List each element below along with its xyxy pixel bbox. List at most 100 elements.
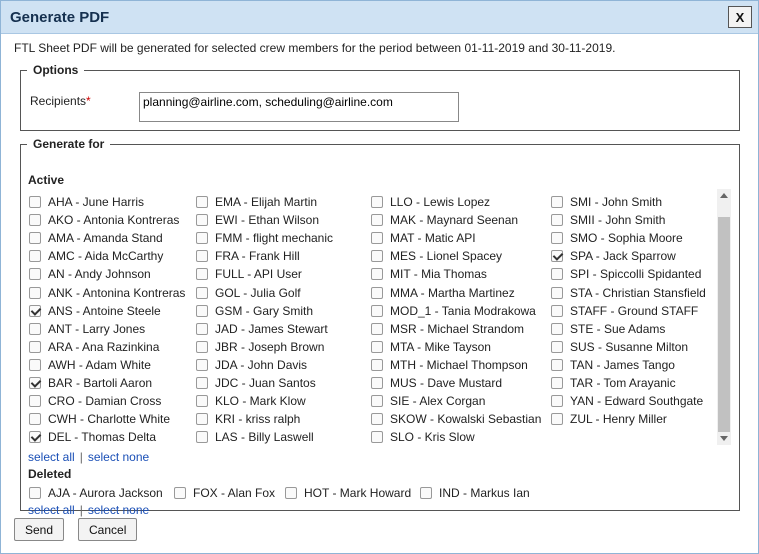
crew-checkbox[interactable] — [551, 376, 563, 389]
crew-checkbox[interactable] — [371, 232, 383, 245]
crew-checkbox-item[interactable]: STE - Sue Adams — [551, 320, 706, 338]
deleted-crew-checkbox-item[interactable]: FOX - Alan Fox — [174, 484, 275, 502]
crew-checkbox[interactable] — [551, 286, 563, 299]
crew-checkbox[interactable] — [371, 413, 383, 426]
crew-checkbox-item[interactable]: KLO - Mark Klow — [196, 392, 333, 410]
crew-checkbox-item[interactable]: AMA - Amanda Stand — [29, 229, 185, 247]
crew-checkbox[interactable] — [29, 413, 41, 426]
crew-checkbox[interactable] — [196, 304, 208, 317]
crew-checkbox[interactable] — [29, 268, 41, 281]
crew-checkbox-item[interactable]: ANS - Antoine Steele — [29, 302, 185, 320]
crew-checkbox-item[interactable]: MIT - Mia Thomas — [371, 265, 541, 283]
deleted-crew-checkbox-item[interactable]: IND - Markus Ian — [420, 484, 530, 502]
crew-checkbox-item[interactable]: YAN - Edward Southgate — [551, 392, 706, 410]
crew-checkbox[interactable] — [371, 250, 383, 263]
crew-checkbox[interactable] — [29, 304, 41, 317]
crew-checkbox[interactable] — [29, 250, 41, 263]
crew-checkbox-item[interactable]: KRI - kriss ralph — [196, 410, 333, 428]
crew-checkbox-item[interactable]: JAD - James Stewart — [196, 320, 333, 338]
deleted-crew-checkbox-item[interactable]: AJA - Aurora Jackson — [29, 484, 163, 502]
crew-checkbox-item[interactable]: AMC - Aida McCarthy — [29, 247, 185, 265]
crew-checkbox[interactable] — [551, 232, 563, 245]
crew-checkbox[interactable] — [29, 286, 41, 299]
crew-checkbox[interactable] — [196, 322, 208, 335]
crew-checkbox-item[interactable]: AHA - June Harris — [29, 193, 185, 211]
crew-checkbox[interactable] — [371, 304, 383, 317]
crew-checkbox[interactable] — [551, 322, 563, 335]
crew-checkbox-item[interactable]: JDC - Juan Santos — [196, 374, 333, 392]
crew-checkbox-item[interactable]: SMO - Sophia Moore — [551, 229, 706, 247]
crew-checkbox[interactable] — [29, 232, 41, 245]
crew-checkbox[interactable] — [551, 196, 563, 209]
crew-checkbox-item[interactable]: JBR - Joseph Brown — [196, 338, 333, 356]
crew-checkbox[interactable] — [29, 340, 41, 353]
crew-checkbox[interactable] — [371, 214, 383, 227]
crew-checkbox[interactable] — [29, 358, 41, 371]
scroll-up-icon[interactable] — [720, 193, 728, 198]
crew-checkbox-item[interactable]: DEL - Thomas Delta — [29, 428, 185, 446]
crew-checkbox-item[interactable]: SMI - John Smith — [551, 193, 706, 211]
deleted-select-all-link[interactable]: select all — [28, 503, 75, 517]
crew-checkbox[interactable] — [371, 340, 383, 353]
crew-checkbox-item[interactable]: MOD_1 - Tania Modrakowa — [371, 302, 541, 320]
crew-checkbox[interactable] — [29, 487, 41, 500]
crew-checkbox[interactable] — [551, 250, 563, 263]
crew-checkbox[interactable] — [196, 286, 208, 299]
crew-checkbox-item[interactable]: TAN - James Tango — [551, 356, 706, 374]
crew-checkbox-item[interactable]: MTA - Mike Tayson — [371, 338, 541, 356]
crew-checkbox-item[interactable]: FMM - flight mechanic — [196, 229, 333, 247]
crew-checkbox-item[interactable]: JDA - John Davis — [196, 356, 333, 374]
crew-checkbox-item[interactable]: MTH - Michael Thompson — [371, 356, 541, 374]
crew-checkbox-item[interactable]: SUS - Susanne Milton — [551, 338, 706, 356]
crew-checkbox-item[interactable]: ARA - Ana Razinkina — [29, 338, 185, 356]
crew-checkbox-item[interactable]: TAR - Tom Arayanic — [551, 374, 706, 392]
crew-checkbox-item[interactable]: AWH - Adam White — [29, 356, 185, 374]
crew-checkbox-item[interactable]: AN - Andy Johnson — [29, 265, 185, 283]
crew-checkbox[interactable] — [196, 340, 208, 353]
crew-checkbox[interactable] — [371, 376, 383, 389]
crew-checkbox-item[interactable]: MMA - Martha Martinez — [371, 283, 541, 301]
crew-checkbox[interactable] — [196, 196, 208, 209]
crew-checkbox-item[interactable]: GSM - Gary Smith — [196, 302, 333, 320]
crew-checkbox[interactable] — [29, 196, 41, 209]
crew-checkbox-item[interactable]: SPI - Spiccolli Spidanted — [551, 265, 706, 283]
crew-checkbox[interactable] — [371, 196, 383, 209]
recipients-input[interactable] — [139, 92, 459, 122]
cancel-button[interactable]: Cancel — [78, 518, 138, 541]
crew-checkbox[interactable] — [29, 395, 41, 408]
crew-checkbox[interactable] — [551, 358, 563, 371]
crew-checkbox[interactable] — [196, 268, 208, 281]
deleted-select-none-link[interactable]: select none — [88, 503, 149, 517]
crew-checkbox[interactable] — [371, 286, 383, 299]
crew-checkbox[interactable] — [196, 232, 208, 245]
crew-checkbox-item[interactable]: GOL - Julia Golf — [196, 283, 333, 301]
crew-checkbox-item[interactable]: FRA - Frank Hill — [196, 247, 333, 265]
close-button[interactable]: X — [728, 6, 752, 28]
crew-checkbox-item[interactable]: STA - Christian Stansfield — [551, 283, 706, 301]
crew-checkbox[interactable] — [551, 340, 563, 353]
crew-checkbox[interactable] — [196, 214, 208, 227]
crew-checkbox[interactable] — [29, 431, 41, 444]
active-select-none-link[interactable]: select none — [88, 450, 149, 464]
crew-checkbox-item[interactable]: SKOW - Kowalski Sebastian — [371, 410, 541, 428]
crew-checkbox-item[interactable]: SPA - Jack Sparrow — [551, 247, 706, 265]
crew-checkbox-item[interactable]: MUS - Dave Mustard — [371, 374, 541, 392]
scroll-down-icon[interactable] — [720, 436, 728, 441]
crew-checkbox-item[interactable]: LLO - Lewis Lopez — [371, 193, 541, 211]
crew-checkbox-item[interactable]: ANT - Larry Jones — [29, 320, 185, 338]
crew-checkbox[interactable] — [551, 395, 563, 408]
crew-checkbox[interactable] — [420, 487, 432, 500]
crew-checkbox-item[interactable]: MSR - Michael Strandom — [371, 320, 541, 338]
deleted-crew-checkbox-item[interactable]: HOT - Mark Howard — [285, 484, 411, 502]
crew-checkbox[interactable] — [29, 214, 41, 227]
crew-checkbox-item[interactable]: EWI - Ethan Wilson — [196, 211, 333, 229]
active-select-all-link[interactable]: select all — [28, 450, 75, 464]
crew-checkbox[interactable] — [285, 487, 297, 500]
crew-checkbox-item[interactable]: ANK - Antonina Kontreras — [29, 283, 185, 301]
crew-checkbox-item[interactable]: SLO - Kris Slow — [371, 428, 541, 446]
crew-checkbox[interactable] — [371, 268, 383, 281]
crew-checkbox[interactable] — [196, 250, 208, 263]
active-list-scrollbar[interactable] — [717, 189, 731, 445]
crew-checkbox-item[interactable]: AKO - Antonia Kontreras — [29, 211, 185, 229]
crew-checkbox[interactable] — [196, 358, 208, 371]
